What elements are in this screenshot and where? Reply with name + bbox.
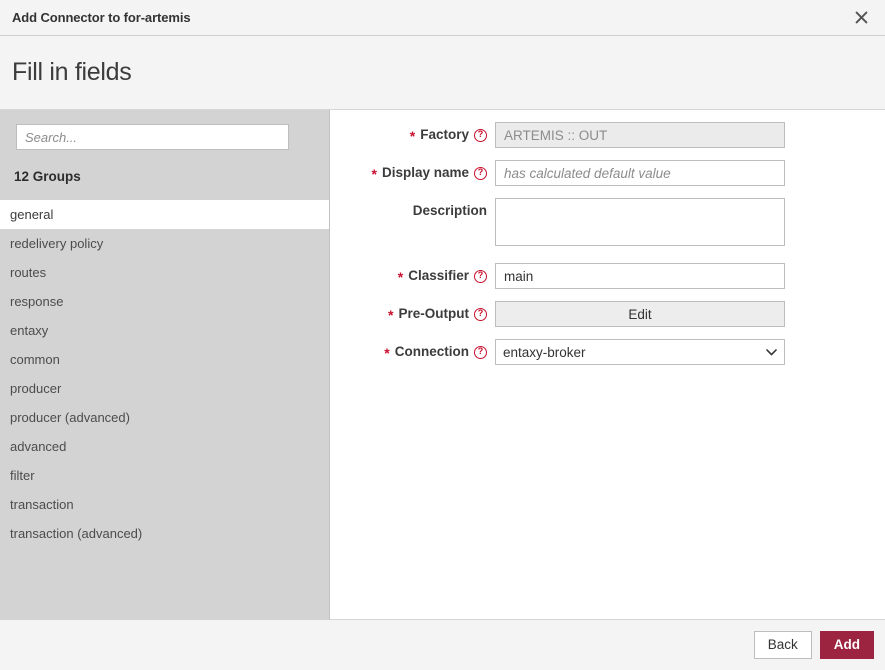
dialog-title: Add Connector to for-artemis bbox=[12, 10, 847, 25]
field-control-classifier bbox=[495, 263, 785, 289]
required-marker: * bbox=[384, 346, 389, 360]
page-title: Fill in fields bbox=[12, 58, 131, 87]
help-icon[interactable]: ? bbox=[474, 346, 487, 359]
help-icon[interactable]: ? bbox=[474, 167, 487, 180]
field-label-text: Factory bbox=[420, 122, 469, 148]
back-button[interactable]: Back bbox=[754, 631, 812, 659]
search-container bbox=[0, 110, 329, 150]
group-list: general redelivery policy routes respons… bbox=[0, 200, 329, 620]
add-button[interactable]: Add bbox=[820, 631, 874, 659]
field-row-classifier: * Classifier ? bbox=[330, 263, 885, 289]
field-control-display-name bbox=[495, 160, 785, 186]
sidebar-item-redelivery-policy[interactable]: redelivery policy bbox=[0, 229, 329, 258]
add-connector-dialog: Add Connector to for-artemis Fill in fie… bbox=[0, 0, 885, 670]
field-label-pre-output: * Pre-Output ? bbox=[330, 301, 495, 327]
field-label-classifier: * Classifier ? bbox=[330, 263, 495, 289]
field-control-connection: entaxy-broker bbox=[495, 339, 785, 365]
field-control-pre-output: Edit bbox=[495, 301, 785, 327]
sidebar-item-entaxy[interactable]: entaxy bbox=[0, 316, 329, 345]
required-marker: * bbox=[372, 167, 377, 181]
sidebar-item-advanced[interactable]: advanced bbox=[0, 432, 329, 461]
required-marker: * bbox=[398, 270, 403, 284]
close-icon[interactable] bbox=[847, 4, 875, 32]
field-label-text: Description bbox=[413, 198, 487, 224]
dialog-titlebar: Add Connector to for-artemis bbox=[0, 0, 885, 36]
groups-count-label: 12 Groups bbox=[0, 150, 329, 200]
connection-select-wrap: entaxy-broker bbox=[495, 339, 785, 365]
field-row-description: Description bbox=[330, 198, 885, 251]
field-row-connection: * Connection ? entaxy-broker bbox=[330, 339, 885, 365]
sidebar-item-routes[interactable]: routes bbox=[0, 258, 329, 287]
help-icon[interactable]: ? bbox=[474, 270, 487, 283]
sidebar-item-filter[interactable]: filter bbox=[0, 461, 329, 490]
pre-output-edit-button[interactable]: Edit bbox=[495, 301, 785, 327]
sidebar-item-general[interactable]: general bbox=[0, 200, 329, 229]
field-label-factory: * Factory ? bbox=[330, 122, 495, 148]
classifier-input[interactable] bbox=[495, 263, 785, 289]
field-label-description: Description bbox=[330, 198, 495, 224]
dialog-footer: Back Add bbox=[0, 619, 885, 670]
sidebar-item-producer[interactable]: producer bbox=[0, 374, 329, 403]
sidebar-item-transaction-advanced[interactable]: transaction (advanced) bbox=[0, 519, 329, 548]
required-marker: * bbox=[388, 308, 393, 322]
field-label-display-name: * Display name ? bbox=[330, 160, 495, 186]
field-row-pre-output: * Pre-Output ? Edit bbox=[330, 301, 885, 327]
sidebar-item-producer-advanced[interactable]: producer (advanced) bbox=[0, 403, 329, 432]
required-marker: * bbox=[410, 129, 415, 143]
groups-sidebar: 12 Groups general redelivery policy rout… bbox=[0, 110, 330, 620]
field-row-factory: * Factory ? bbox=[330, 122, 885, 148]
field-label-text: Classifier bbox=[408, 263, 469, 289]
connection-select[interactable]: entaxy-broker bbox=[495, 339, 785, 365]
help-icon[interactable]: ? bbox=[474, 129, 487, 142]
sidebar-item-transaction[interactable]: transaction bbox=[0, 490, 329, 519]
field-label-text: Connection bbox=[395, 339, 469, 365]
search-input[interactable] bbox=[16, 124, 289, 150]
dialog-body: 12 Groups general redelivery policy rout… bbox=[0, 110, 885, 619]
field-label-text: Pre-Output bbox=[399, 301, 470, 327]
field-label-text: Display name bbox=[382, 160, 469, 186]
help-icon[interactable]: ? bbox=[474, 308, 487, 321]
field-control-factory bbox=[495, 122, 785, 148]
field-label-connection: * Connection ? bbox=[330, 339, 495, 365]
description-textarea[interactable] bbox=[495, 198, 785, 246]
dialog-subheader: Fill in fields bbox=[0, 36, 885, 110]
sidebar-item-common[interactable]: common bbox=[0, 345, 329, 374]
field-control-description bbox=[495, 198, 785, 251]
field-row-display-name: * Display name ? bbox=[330, 160, 885, 186]
sidebar-item-response[interactable]: response bbox=[0, 287, 329, 316]
factory-input bbox=[495, 122, 785, 148]
fields-form: * Factory ? * Display name ? bbox=[330, 110, 885, 619]
display-name-input[interactable] bbox=[495, 160, 785, 186]
